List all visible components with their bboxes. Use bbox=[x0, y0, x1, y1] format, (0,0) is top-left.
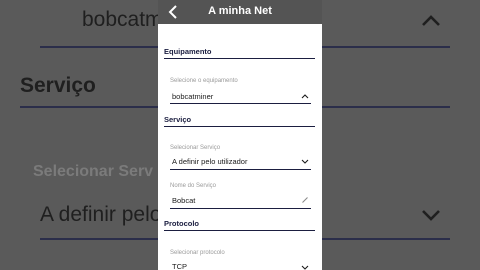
chevron-down-icon[interactable] bbox=[301, 157, 309, 165]
equipment-select-label: Selecione o equipamento bbox=[170, 78, 238, 84]
protocol-divider bbox=[164, 230, 315, 231]
page-title: A minha Net bbox=[208, 5, 272, 17]
protocol-select[interactable]: TCP bbox=[172, 262, 187, 270]
service-select[interactable]: A definir pelo utilizador bbox=[172, 157, 247, 166]
bg-chevron-down-icon bbox=[422, 210, 440, 221]
app-panel: A minha Net Equipamento Selecione o equi… bbox=[158, 0, 322, 270]
service-heading: Serviço bbox=[164, 115, 192, 124]
protocol-select-label: Selecionar protocolo bbox=[170, 250, 225, 256]
service-name-input[interactable]: Bobcat bbox=[172, 196, 195, 205]
service-divider bbox=[164, 126, 315, 127]
service-name-underline bbox=[170, 208, 311, 209]
service-name-label: Nome do Serviço bbox=[170, 183, 217, 189]
bg-service-heading: Serviço bbox=[20, 74, 96, 97]
bg-chevron-up-icon bbox=[422, 15, 440, 26]
bg-service-select-value: A definir pelo bbox=[40, 203, 162, 226]
pencil-icon[interactable] bbox=[301, 196, 309, 204]
chevron-down-icon[interactable] bbox=[301, 263, 309, 270]
service-select-underline bbox=[170, 169, 311, 170]
equipment-select[interactable]: bobcatminer bbox=[172, 92, 213, 101]
chevron-up-icon[interactable] bbox=[301, 92, 309, 100]
header-bar: A minha Net bbox=[158, 0, 322, 24]
bg-service-select-label: Selecionar Serv bbox=[33, 163, 154, 180]
service-select-label: Selecionar Serviço bbox=[170, 145, 221, 151]
protocol-heading: Protocolo bbox=[164, 219, 199, 228]
equipment-divider bbox=[164, 58, 315, 59]
equipment-heading: Equipamento bbox=[164, 47, 212, 56]
equipment-select-underline bbox=[170, 103, 311, 104]
